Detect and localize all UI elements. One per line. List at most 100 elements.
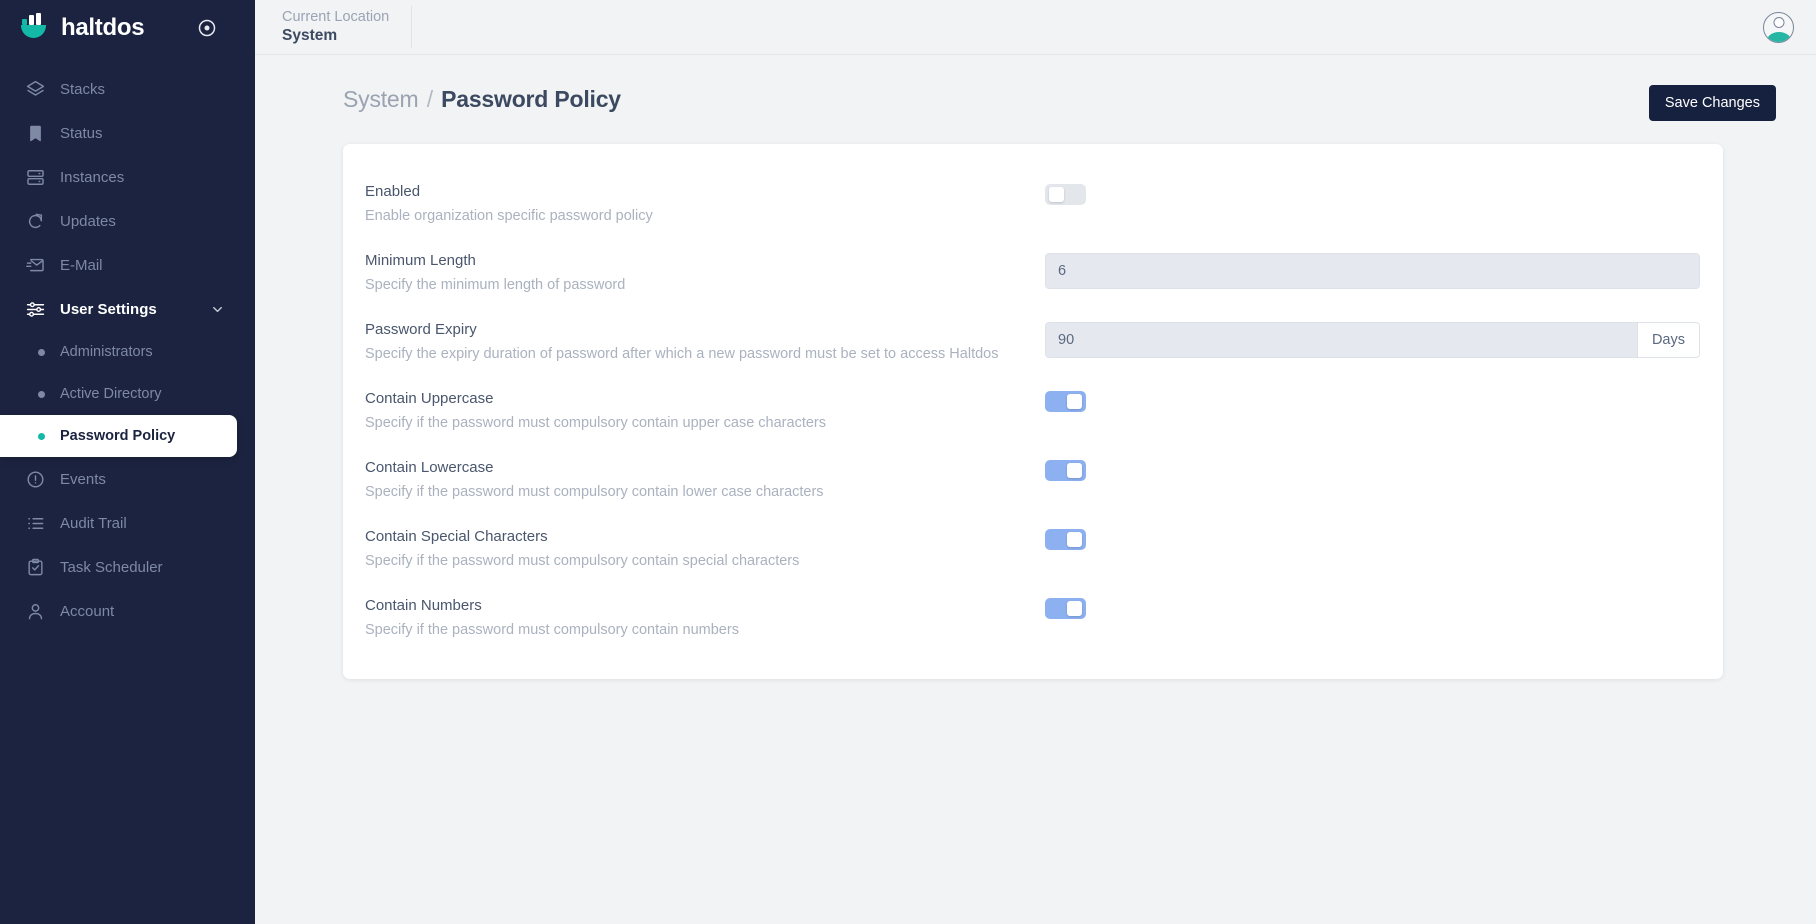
form-row-contain-numbers: Contain Numbers Specify if the password … <box>365 584 1701 653</box>
sidebar-item-status[interactable]: Status <box>0 111 255 155</box>
contain-uppercase-toggle[interactable] <box>1045 391 1086 412</box>
server-icon <box>26 168 45 187</box>
app-root: haltdos Stacks Status Instances Updates … <box>0 0 1816 924</box>
form-row-description: Specify if the password must compulsory … <box>365 415 826 431</box>
save-changes-button[interactable]: Save Changes <box>1648 85 1776 121</box>
sidebar-item-label: Account <box>60 602 115 620</box>
form-row-description: Enable organization specific password po… <box>365 208 653 224</box>
form-row-label: Contain Numbers Specify if the password … <box>365 596 1045 641</box>
password-expiry-unit-addon: Days <box>1636 323 1699 357</box>
contain-lowercase-toggle[interactable] <box>1045 460 1086 481</box>
form-row-control <box>1045 182 1701 205</box>
form-row-control <box>1045 251 1701 289</box>
form-row-title: Password Expiry <box>365 321 477 338</box>
topbar: Current Location System <box>255 0 1816 55</box>
brand-name: haltdos <box>61 13 145 41</box>
bullet-dot-icon <box>38 348 45 356</box>
mail-icon <box>26 256 45 275</box>
form-row-description: Specify if the password must compulsory … <box>365 553 800 569</box>
breadcrumb: System / Password Policy <box>343 85 621 113</box>
refresh-icon <box>26 212 45 231</box>
form-row-title: Contain Numbers <box>365 597 482 614</box>
sidebar-item-user-settings[interactable]: User Settings <box>0 287 255 331</box>
sidebar-item-label: Status <box>60 124 103 142</box>
sidebar-item-label: Instances <box>60 168 125 186</box>
form-row-description: Specify if the password must compulsory … <box>365 484 824 500</box>
breadcrumb-parent[interactable]: System <box>343 86 419 112</box>
form-row-control <box>1045 596 1701 619</box>
alert-circle-icon <box>26 470 45 489</box>
bullet-dot-icon <box>38 432 45 440</box>
sidebar-item-account[interactable]: Account <box>0 589 255 633</box>
form-row-control <box>1045 527 1701 550</box>
page-title: Password Policy <box>441 86 621 112</box>
form-row-password-expiry: Password Expiry Specify the expiry durat… <box>365 308 1701 377</box>
form-row-contain-uppercase: Contain Uppercase Specify if the passwor… <box>365 377 1701 446</box>
minimum-length-input[interactable] <box>1046 254 1699 288</box>
form-row-control <box>1045 389 1701 412</box>
contain-special-characters-toggle[interactable] <box>1045 529 1086 550</box>
form-row-control: Days <box>1045 320 1701 358</box>
current-location-label: Current Location <box>282 9 390 25</box>
sidebar-item-label: E-Mail <box>60 256 103 274</box>
breadcrumb-separator: / <box>426 86 433 112</box>
sidebar-item-stacks[interactable]: Stacks <box>0 67 255 111</box>
form-row-contain-lowercase: Contain Lowercase Specify if the passwor… <box>365 446 1701 515</box>
form-row-label: Enabled Enable organization specific pas… <box>365 182 1045 227</box>
sidebar-item-label: Updates <box>60 212 116 230</box>
sliders-icon <box>26 300 45 319</box>
sidebar-item-label: Events <box>60 470 106 488</box>
sidebar-subitem-label: Password Policy <box>60 428 176 444</box>
topbar-divider <box>411 6 413 48</box>
form-row-title: Contain Special Characters <box>365 528 548 545</box>
form-row-description: Specify if the password must compulsory … <box>365 622 739 638</box>
form-row-label: Contain Uppercase Specify if the passwor… <box>365 389 1045 434</box>
target-icon[interactable] <box>197 18 217 38</box>
layers-icon <box>26 80 45 99</box>
minimum-length-input-wrap <box>1045 253 1700 289</box>
form-row-label: Password Expiry Specify the expiry durat… <box>365 320 1045 365</box>
clipboard-check-icon <box>26 558 45 577</box>
sidebar-item-label: Audit Trail <box>60 514 127 532</box>
form-row-label: Contain Special Characters Specify if th… <box>365 527 1045 572</box>
form-row-description: Specify the minimum length of password <box>365 277 626 293</box>
brand-row[interactable]: haltdos <box>0 0 255 55</box>
sidebar-item-administrators[interactable]: Administrators <box>0 331 237 373</box>
sidebar: haltdos Stacks Status Instances Updates … <box>0 0 255 924</box>
enabled-toggle[interactable] <box>1045 184 1086 205</box>
sidebar-subitem-label: Administrators <box>60 344 153 360</box>
user-icon <box>26 602 45 621</box>
current-location: Current Location System <box>282 9 411 45</box>
main-area: Current Location System System / Passwor… <box>255 0 1816 924</box>
sidebar-item-active-directory[interactable]: Active Directory <box>0 373 237 415</box>
bookmark-icon <box>26 124 45 143</box>
sidebar-item-task-scheduler[interactable]: Task Scheduler <box>0 545 255 589</box>
form-row-label: Contain Lowercase Specify if the passwor… <box>365 458 1045 503</box>
sidebar-item-instances[interactable]: Instances <box>0 155 255 199</box>
list-icon <box>26 514 45 533</box>
bullet-dot-icon <box>38 390 45 398</box>
form-row-minimum-length: Minimum Length Specify the minimum lengt… <box>365 239 1701 308</box>
form-row-description: Specify the expiry duration of password … <box>365 346 999 362</box>
form-row-title: Minimum Length <box>365 252 476 269</box>
chevron-down-icon[interactable] <box>210 302 225 317</box>
sidebar-item-updates[interactable]: Updates <box>0 199 255 243</box>
sidebar-subitem-label: Active Directory <box>60 386 162 402</box>
sidebar-item-email[interactable]: E-Mail <box>0 243 255 287</box>
password-expiry-input[interactable] <box>1046 323 1637 357</box>
sidebar-item-password-policy[interactable]: Password Policy <box>0 415 237 457</box>
password-expiry-input-wrap: Days <box>1045 322 1700 358</box>
sidebar-nav: Stacks Status Instances Updates E-Mail U… <box>0 55 255 633</box>
sidebar-item-label: Task Scheduler <box>60 558 163 576</box>
form-row-control <box>1045 458 1701 481</box>
sidebar-item-events[interactable]: Events <box>0 457 255 501</box>
sidebar-item-label: User Settings <box>60 300 157 318</box>
form-row-title: Enabled <box>365 183 421 200</box>
user-avatar-icon[interactable] <box>1763 11 1794 43</box>
sidebar-item-audit-trail[interactable]: Audit Trail <box>0 501 255 545</box>
haltdos-logo-icon <box>18 12 49 43</box>
content-area: System / Password Policy Save Changes En… <box>255 55 1816 924</box>
password-policy-card: Enabled Enable organization specific pas… <box>343 144 1723 679</box>
form-row-title: Contain Uppercase <box>365 390 494 407</box>
contain-numbers-toggle[interactable] <box>1045 598 1086 619</box>
